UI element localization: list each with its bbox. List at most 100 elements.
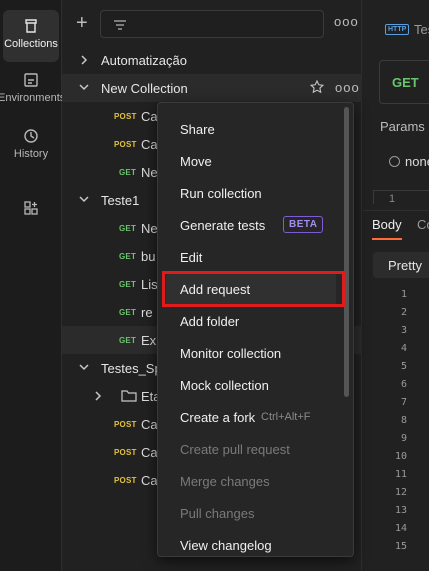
- line-number: 14: [394, 523, 407, 534]
- menu-item-label: Monitor collection: [180, 346, 282, 361]
- folder-icon: [121, 390, 137, 402]
- method-badge: POST: [114, 448, 137, 457]
- method-badge: POST: [114, 140, 137, 149]
- menu-item-edit[interactable]: Edit: [166, 242, 336, 272]
- pretty-format-button[interactable]: Pretty: [373, 252, 429, 278]
- line-number: 5: [400, 361, 407, 372]
- method-select[interactable]: GET: [379, 60, 429, 104]
- menu-item-label: View changelog: [180, 538, 272, 553]
- collection-name: Automatização: [101, 53, 187, 68]
- active-tab-underline: [372, 238, 402, 240]
- chevron-down-icon: [79, 364, 89, 371]
- line-number: 13: [394, 505, 407, 516]
- menu-item-run-collection[interactable]: Run collection: [166, 178, 336, 208]
- chevron-down-icon: [79, 84, 89, 91]
- method-label: GET: [392, 75, 419, 90]
- line-number: 11: [394, 469, 407, 480]
- more-options-icon[interactable]: ooo: [335, 80, 360, 95]
- line-number: 7: [400, 397, 407, 408]
- menu-item-view-changelog[interactable]: View changelog: [166, 530, 336, 560]
- method-badge: GET: [119, 252, 137, 261]
- menu-item-label: Merge changes: [180, 474, 270, 489]
- menu-item-pull-changes: Pull changes: [166, 498, 336, 528]
- line-numbers: 1 2 3 4 5 6 7 8 9 10 11 12 13 14 15: [385, 288, 407, 558]
- line-number: 6: [400, 379, 407, 390]
- collection-name: Teste1: [101, 193, 140, 208]
- collection-name: Testes_Sp: [101, 361, 162, 376]
- line-number: 1: [389, 193, 396, 205]
- menu-item-merge-changes: Merge changes: [166, 466, 336, 496]
- request-name: re: [141, 305, 153, 320]
- collections-icon: [25, 19, 37, 33]
- menu-item-label: Edit: [180, 250, 203, 265]
- request-name: Ex: [141, 333, 157, 348]
- pretty-label: Pretty: [388, 258, 422, 273]
- rail-history[interactable]: History: [0, 128, 62, 168]
- tree-item-collection[interactable]: New Collection ooo: [62, 74, 362, 102]
- menu-item-label: Generate tests: [180, 218, 266, 233]
- menu-item-label: Share: [180, 122, 215, 137]
- menu-item-move[interactable]: Move: [166, 146, 336, 176]
- line-number: 2: [400, 307, 407, 318]
- collection-name: New Collection: [101, 81, 188, 96]
- rail-collections[interactable]: Collections: [3, 10, 59, 62]
- line-number: 12: [394, 487, 407, 498]
- rail-environments[interactable]: Environments: [0, 72, 66, 112]
- body-none-radio[interactable]: [389, 156, 400, 167]
- rail-label: History: [13, 148, 49, 160]
- star-icon[interactable]: [310, 80, 324, 94]
- chevron-down-icon: [79, 196, 89, 203]
- menu-item-label: Add folder: [180, 314, 240, 329]
- method-badge: POST: [114, 420, 137, 429]
- method-badge: POST: [114, 112, 137, 121]
- tab-cookies[interactable]: Co: [417, 217, 429, 232]
- line-number: 4: [400, 343, 407, 354]
- menu-item-create-pull-request: Create pull request: [166, 434, 336, 464]
- method-badge: GET: [119, 308, 137, 317]
- filter-search[interactable]: [100, 10, 324, 38]
- tree-item-collection[interactable]: Automatização: [62, 46, 362, 74]
- request-name: Ne: [141, 221, 158, 236]
- beta-badge: BETA: [283, 216, 324, 233]
- more-options-icon[interactable]: ooo: [334, 14, 359, 29]
- menu-item-label: Run collection: [180, 186, 262, 201]
- menu-item-label: Mock collection: [180, 378, 269, 393]
- sidebar-toolbar: + ooo: [62, 10, 362, 40]
- divider: [363, 210, 429, 211]
- request-name: Ca: [141, 137, 158, 152]
- menu-scrollbar[interactable]: [344, 107, 349, 397]
- tab-title[interactable]: Tes: [414, 22, 429, 37]
- request-name: bu: [141, 249, 156, 264]
- chevron-right-icon: [95, 391, 102, 401]
- rail-label: Environments: [0, 92, 66, 104]
- line-number: 8: [400, 415, 407, 426]
- method-badge: POST: [114, 476, 137, 485]
- request-name: Ca: [141, 445, 158, 460]
- rail-configure[interactable]: [0, 200, 62, 220]
- filter-icon: [114, 20, 126, 30]
- editor-frame: [373, 190, 429, 204]
- request-name: Ca: [141, 417, 158, 432]
- menu-item-label: Move: [180, 154, 212, 169]
- tab-params[interactable]: Params: [380, 119, 425, 134]
- request-name: Ca: [141, 473, 158, 488]
- line-number: 1: [400, 289, 407, 300]
- shortcut-label: Ctrl+Alt+F: [261, 411, 311, 423]
- menu-item-monitor-collection[interactable]: Monitor collection: [166, 338, 336, 368]
- request-editor: HTTP Tes GET Params none 1 Body Co Prett…: [363, 0, 429, 571]
- add-icon[interactable]: +: [76, 13, 88, 33]
- tab-body[interactable]: Body: [372, 217, 402, 232]
- body-none-label: none: [405, 154, 429, 169]
- rail-label: Collections: [4, 38, 58, 50]
- menu-item-add-folder[interactable]: Add folder: [166, 306, 336, 336]
- line-number: 9: [400, 433, 407, 444]
- menu-item-generate-tests[interactable]: Generate tests BETA: [166, 210, 336, 240]
- menu-item-create-fork[interactable]: Create a fork Ctrl+Alt+F: [166, 402, 336, 432]
- collection-context-menu: Share Move Run collection Generate tests…: [157, 102, 354, 557]
- menu-item-label: Create a fork: [180, 410, 256, 425]
- highlight-annotation: [162, 271, 345, 307]
- history-icon: [24, 129, 38, 143]
- menu-item-mock-collection[interactable]: Mock collection: [166, 370, 336, 400]
- method-badge: GET: [119, 168, 137, 177]
- menu-item-share[interactable]: Share: [166, 114, 336, 144]
